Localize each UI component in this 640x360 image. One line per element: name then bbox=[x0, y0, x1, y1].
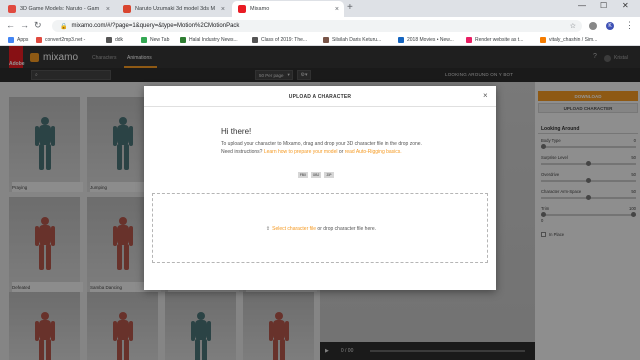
bookmark-item[interactable]: Silsilah Daris Keturu... bbox=[323, 37, 381, 43]
tab-close-icon[interactable]: × bbox=[335, 6, 339, 13]
close-icon[interactable]: × bbox=[483, 91, 488, 100]
bookmark-favicon-icon bbox=[36, 37, 42, 43]
tab-close-icon[interactable]: × bbox=[106, 6, 110, 13]
auto-rigging-link[interactable]: read Auto-Rigging basics. bbox=[345, 149, 402, 155]
tab-favicon-icon bbox=[238, 5, 246, 13]
instructions-text: To upload your character to Mixamo, drag… bbox=[221, 141, 426, 156]
file-drop-zone[interactable]: ⇪ Select character file or drop character… bbox=[152, 193, 488, 263]
upload-icon: ⇪ bbox=[265, 226, 271, 232]
zip-format-badge: ZIP bbox=[324, 172, 334, 178]
url-field[interactable]: 🔒 mixamo.com/#/?page=1&query=&type=Motio… bbox=[52, 20, 582, 32]
bookmark-item[interactable]: New Tab bbox=[141, 37, 169, 43]
bookmark-favicon-icon bbox=[540, 37, 546, 43]
tab-close-icon[interactable]: × bbox=[221, 6, 225, 13]
apps-grid-icon bbox=[8, 37, 14, 43]
reload-icon[interactable]: ↻ bbox=[34, 20, 42, 31]
bookmark-label: convert2mp3.net - bbox=[45, 37, 86, 43]
bookmark-label: 2018 Movies • New... bbox=[407, 37, 454, 43]
forward-icon[interactable]: → bbox=[20, 20, 29, 30]
back-icon[interactable]: ← bbox=[6, 20, 15, 30]
bookmark-label: vitaly_chashin / Sim... bbox=[549, 37, 598, 43]
prepare-model-link[interactable]: Learn how to prepare your model bbox=[264, 149, 338, 155]
bookmark-item[interactable]: Halal Industry News... bbox=[180, 37, 238, 43]
tab-title: 3D Game Models: Naruto - Gam bbox=[20, 6, 100, 12]
bookmark-item[interactable]: vitaly_chashin / Sim... bbox=[540, 37, 597, 43]
bookmark-item[interactable]: convert2mp3.net - bbox=[36, 37, 85, 43]
bookmark-item[interactable]: ddk bbox=[106, 37, 123, 43]
maximize-icon[interactable]: ☐ bbox=[600, 1, 607, 10]
browser-tab-1[interactable]: 3D Game Models: Naruto - Gam × bbox=[2, 1, 115, 17]
tab-favicon-icon bbox=[8, 5, 16, 13]
instructions-part: or bbox=[337, 148, 345, 155]
select-file-link[interactable]: Select character file bbox=[272, 226, 316, 232]
close-window-icon[interactable]: ✕ bbox=[622, 1, 629, 10]
bookmark-label: New Tab bbox=[150, 37, 170, 43]
tab-title: Mixamo bbox=[250, 6, 270, 12]
drop-zone-rest: or drop character file here. bbox=[316, 226, 377, 232]
bookmark-favicon-icon bbox=[180, 37, 186, 43]
fbx-format-badge: FBX bbox=[298, 172, 308, 178]
greeting-heading: Hi there! bbox=[221, 127, 252, 136]
bookmark-label: ddk bbox=[115, 37, 124, 43]
minimize-icon[interactable]: — bbox=[578, 1, 586, 10]
bookmark-label: Apps bbox=[17, 37, 29, 43]
bookmark-favicon-icon bbox=[466, 37, 472, 43]
bookmark-label: Halal Industry News... bbox=[189, 37, 238, 43]
bookmark-label: Silsilah Daris Keturu... bbox=[332, 37, 382, 43]
bookmark-label: Render website as t... bbox=[475, 37, 524, 43]
bookmark-favicon-icon bbox=[252, 37, 258, 43]
drop-zone-text: ⇪ Select character file or drop character… bbox=[153, 226, 489, 232]
bookmark-apps[interactable]: Apps bbox=[8, 37, 28, 43]
url-text: mixamo.com/#/?page=1&query=&type=Motion%… bbox=[71, 23, 240, 29]
tab-favicon-icon bbox=[123, 5, 131, 13]
bookmark-label: Class of 2019: The... bbox=[261, 37, 308, 43]
extension-icon[interactable] bbox=[589, 22, 597, 30]
obj-format-badge: OBJ bbox=[311, 172, 321, 178]
upload-character-dialog: UPLOAD A CHARACTER × Hi there! To upload… bbox=[144, 86, 496, 290]
dialog-divider bbox=[144, 106, 496, 107]
lock-icon: 🔒 bbox=[60, 23, 68, 30]
bookmark-favicon-icon bbox=[323, 37, 329, 43]
browser-tab-active[interactable]: Mixamo × bbox=[232, 1, 344, 17]
bookmark-favicon-icon bbox=[141, 37, 147, 43]
bookmark-favicon-icon bbox=[106, 37, 112, 43]
bookmark-item[interactable]: Class of 2019: The... bbox=[252, 37, 307, 43]
browser-tab-2[interactable]: Naruto Uzumaki 3d model 3ds M × bbox=[117, 1, 230, 17]
new-tab-button[interactable]: + bbox=[347, 2, 353, 13]
bookmark-favicon-icon bbox=[398, 37, 404, 43]
bookmark-item[interactable]: Render website as t... bbox=[466, 37, 523, 43]
bookmark-star-icon[interactable]: ☆ bbox=[570, 22, 576, 30]
dialog-title: UPLOAD A CHARACTER bbox=[288, 94, 352, 100]
bookmark-item[interactable]: 2018 Movies • New... bbox=[398, 37, 454, 43]
tab-title: Naruto Uzumaki 3d model 3ds M bbox=[135, 6, 216, 12]
browser-menu-icon[interactable]: ⋮ bbox=[625, 20, 634, 31]
supported-formats: FBX OBJ ZIP bbox=[298, 172, 334, 178]
profile-avatar[interactable]: K bbox=[606, 22, 614, 30]
